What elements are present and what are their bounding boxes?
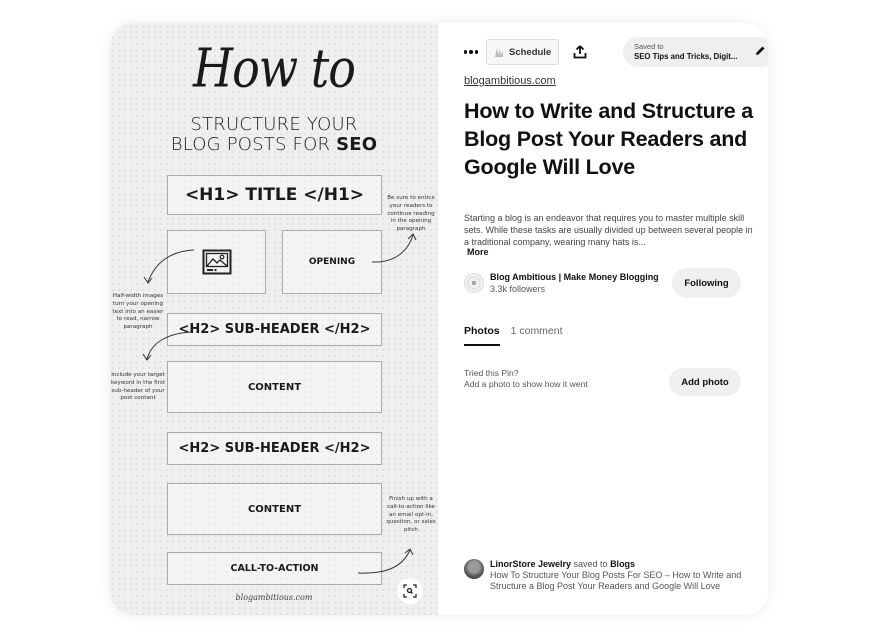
image-headline-line1: STRUCTURE YOUR bbox=[190, 114, 358, 135]
creator-avatar[interactable] bbox=[464, 273, 484, 293]
saved-to-label: Saved to bbox=[634, 42, 664, 51]
share-upload-icon bbox=[573, 45, 587, 59]
saved-to-board-name: SEO Tips and Tricks, Digit... bbox=[634, 52, 738, 61]
image-script-title: How to bbox=[193, 36, 356, 100]
pencil-icon[interactable] bbox=[754, 45, 766, 57]
note-opening-tip: Be sure to entice your readers to contin… bbox=[387, 195, 435, 233]
image-headline-prefix: BLOG POSTS FOR bbox=[170, 134, 337, 155]
diagram-box-image bbox=[167, 230, 266, 294]
arrow-h2-head bbox=[142, 353, 152, 361]
activity-board[interactable]: Blogs bbox=[610, 559, 635, 569]
image-placeholder-icon bbox=[202, 249, 231, 275]
diagram-box-h2-subheader-1: <H2> SUB-HEADER </H2> bbox=[167, 313, 382, 346]
pin-image[interactable]: How to STRUCTURE YOUR BLOG POSTS FOR SEO… bbox=[110, 23, 438, 615]
ellipsis-icon bbox=[463, 50, 468, 54]
diagram-box-content-2: CONTENT bbox=[167, 483, 382, 535]
activity-pin-text: How To Structure Your Blog Posts For SEO… bbox=[490, 570, 742, 591]
creator-logo-icon bbox=[467, 276, 481, 290]
pin-closeup-card: How to STRUCTURE YOUR BLOG POSTS FOR SEO… bbox=[110, 23, 768, 615]
share-button[interactable] bbox=[569, 41, 591, 63]
tab-photos[interactable]: Photos bbox=[464, 325, 500, 346]
arrow-cta-head bbox=[404, 548, 414, 556]
tried-title: Tried this Pin? bbox=[464, 368, 519, 378]
creator-followers: 3.3k followers bbox=[490, 284, 546, 294]
ellipsis-dot bbox=[474, 50, 479, 54]
image-signature: blogambitious.com bbox=[235, 593, 313, 602]
image-headline-line2: BLOG POSTS FOR SEO bbox=[110, 134, 438, 155]
diagram-box-opening: OPENING bbox=[282, 230, 382, 294]
description-more-link[interactable]: More bbox=[467, 247, 489, 257]
add-photo-button[interactable]: Add photo bbox=[669, 368, 741, 396]
schedule-logo-icon bbox=[495, 48, 503, 57]
diagram-box-h1-title: <H1> TITLE </H1> bbox=[167, 175, 382, 215]
pin-tabs: Photos 1 comment bbox=[464, 325, 563, 346]
note-keyword-tip: Include your target keyword in the first… bbox=[110, 372, 166, 402]
pin-title: How to Write and Structure a Blog Post Y… bbox=[464, 99, 754, 179]
schedule-label: Schedule bbox=[509, 46, 552, 58]
pin-details-panel: Schedule Saved to SEO Tips and Tricks, D… bbox=[438, 23, 768, 615]
schedule-button[interactable]: Schedule bbox=[486, 39, 560, 65]
tried-this-pin: Tried this Pin? Add a photo to show how … bbox=[464, 368, 588, 390]
visual-search-icon bbox=[403, 584, 417, 598]
activity-user-avatar[interactable] bbox=[464, 559, 484, 579]
activity-user[interactable]: LinorStore Jewelry bbox=[490, 559, 571, 569]
more-options-button[interactable] bbox=[460, 41, 482, 63]
tried-subtitle: Add a photo to show how it went bbox=[464, 379, 588, 389]
arrow-opening-head bbox=[407, 233, 417, 241]
note-cta-tip: Finish up with a call-to-action like an … bbox=[386, 496, 436, 534]
ellipsis-dot bbox=[469, 50, 473, 54]
tab-comments[interactable]: 1 comment bbox=[511, 325, 563, 346]
pin-description: Starting a blog is an endeavor that requ… bbox=[464, 213, 753, 247]
following-button[interactable]: Following bbox=[672, 268, 741, 298]
activity-action: saved to bbox=[571, 559, 611, 569]
activity-text: LinorStore Jewelry saved to Blogs How To… bbox=[490, 559, 760, 592]
image-headline-seo: SEO bbox=[336, 134, 378, 155]
pin-toolbar: Schedule Saved to SEO Tips and Tricks, D… bbox=[460, 37, 768, 67]
diagram-box-h2-subheader-2: <H2> SUB-HEADER </H2> bbox=[167, 432, 382, 465]
diagram-box-content-1: CONTENT bbox=[167, 361, 382, 413]
source-link[interactable]: blogambitious.com bbox=[464, 75, 556, 87]
diagram-box-call-to-action: CALL-TO-ACTION bbox=[167, 552, 382, 585]
arrow-image-head bbox=[143, 276, 153, 284]
visual-search-button[interactable] bbox=[397, 578, 423, 604]
creator-name[interactable]: Blog Ambitious | Make Money Blogging bbox=[490, 272, 659, 282]
saved-to-board-button[interactable]: Saved to SEO Tips and Tricks, Digit... bbox=[623, 37, 768, 67]
note-image-tip: Half-width images turn your opening text… bbox=[112, 293, 164, 331]
